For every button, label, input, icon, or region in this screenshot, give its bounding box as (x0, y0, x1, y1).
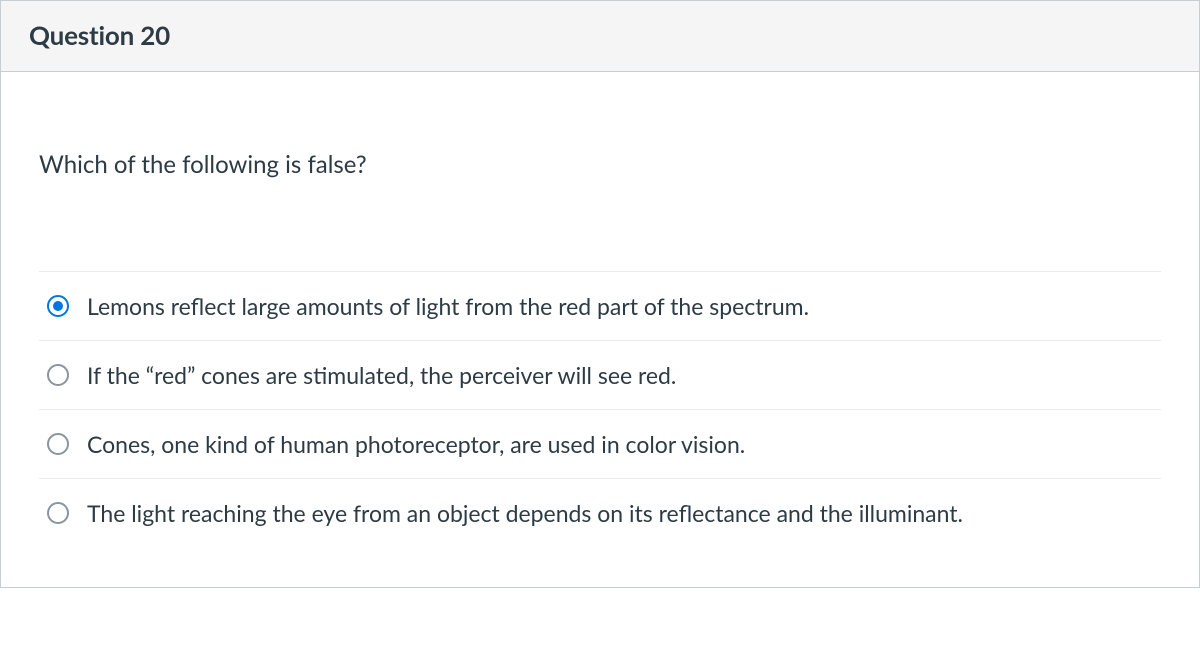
option-row[interactable]: If the “red” cones are stimulated, the p… (39, 340, 1161, 409)
question-body: Which of the following is false? Lemons … (1, 72, 1199, 587)
radio-icon (47, 502, 69, 524)
question-header: Question 20 (1, 1, 1199, 72)
options-list: Lemons reflect large amounts of light fr… (39, 271, 1161, 547)
option-label: Lemons reflect large amounts of light fr… (87, 292, 809, 320)
option-row[interactable]: Cones, one kind of human photoreceptor, … (39, 409, 1161, 478)
radio-icon (47, 433, 69, 455)
option-row[interactable]: The light reaching the eye from an objec… (39, 478, 1161, 547)
radio-icon (47, 295, 69, 317)
radio-icon (47, 364, 69, 386)
radio-inner-icon (53, 301, 63, 311)
question-title: Question 20 (29, 19, 1171, 51)
option-row[interactable]: Lemons reflect large amounts of light fr… (39, 271, 1161, 340)
question-prompt: Which of the following is false? (39, 150, 1161, 179)
option-label: Cones, one kind of human photoreceptor, … (87, 430, 745, 458)
question-container: Question 20 Which of the following is fa… (0, 0, 1200, 588)
option-label: If the “red” cones are stimulated, the p… (87, 361, 676, 389)
option-label: The light reaching the eye from an objec… (87, 499, 963, 527)
